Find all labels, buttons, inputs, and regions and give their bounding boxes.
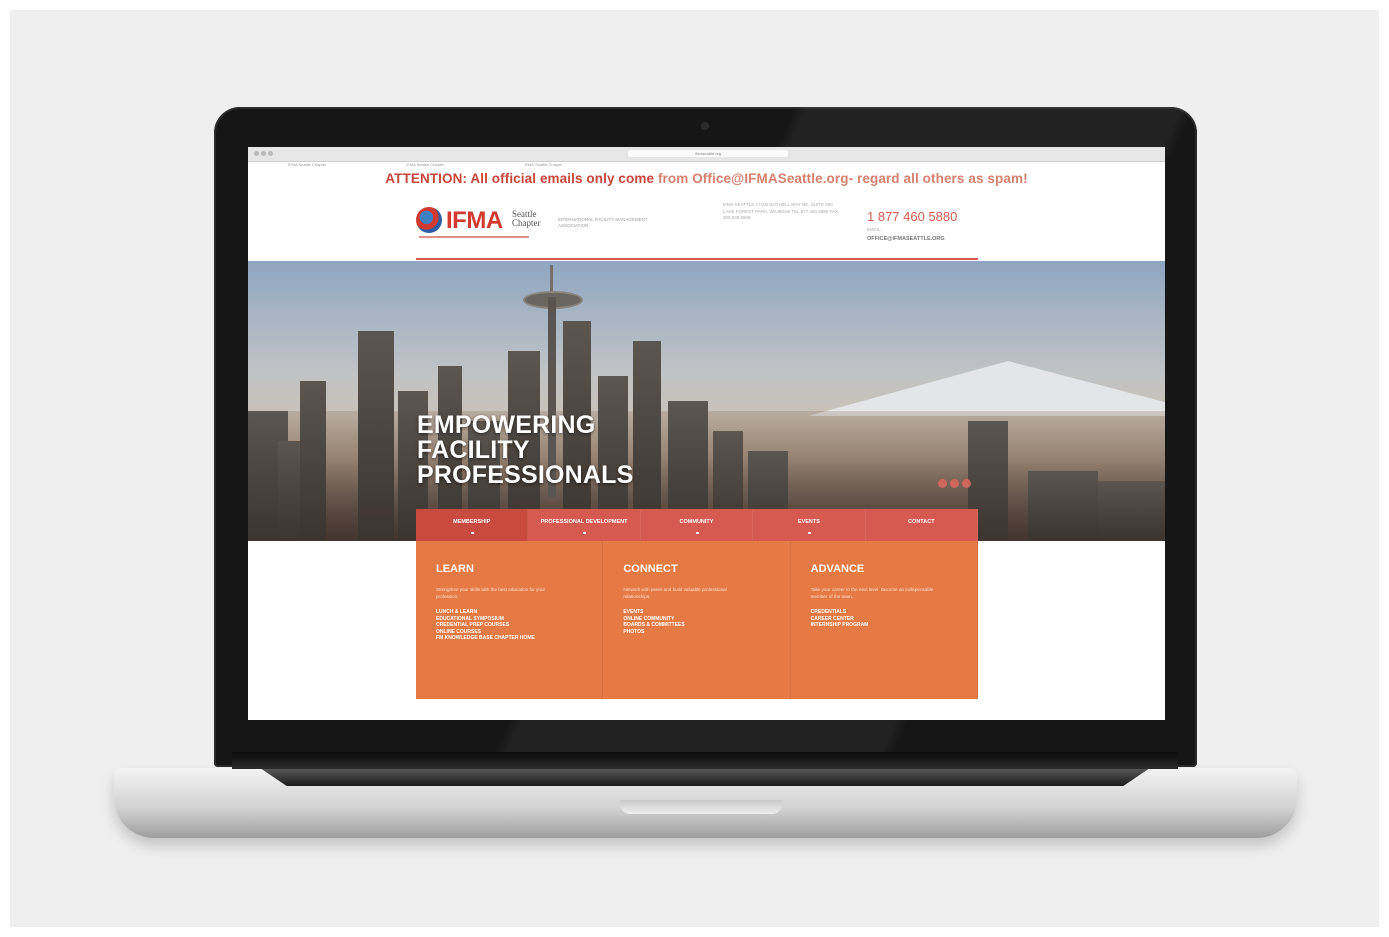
panel-link[interactable]: PHOTOS — [623, 629, 769, 636]
attention-banner: ATTENTION: All official emails only come… — [248, 171, 1165, 186]
laptop-keyboard-well — [260, 768, 1150, 786]
browser-tab[interactable]: IFMA Seattle Chapter — [525, 162, 563, 168]
logo-association: INTERNATIONAL FACILITY MANAGEMENT ASSOCI… — [558, 217, 648, 228]
attention-rest: from Office@IFMASeattle.org- regard all … — [657, 171, 1028, 186]
logo-underline — [419, 236, 529, 238]
phone-number[interactable]: 1 877 460 5880 — [867, 209, 957, 224]
chevron-down-icon — [583, 532, 587, 534]
nav-item-professional-development[interactable]: PROFESSIONAL DEVELOPMENT — [528, 509, 641, 541]
chevron-down-icon — [695, 532, 699, 534]
panel-description: Strengthen your skills with the best edu… — [436, 587, 546, 599]
close-window-icon[interactable] — [254, 151, 259, 156]
mountain-graphic — [808, 361, 1165, 416]
logo-chapter: Seattle Chapter — [512, 209, 541, 228]
camera-icon — [701, 122, 709, 130]
chevron-down-icon — [807, 532, 811, 534]
panel-title: CONNECT — [623, 563, 678, 575]
globe-icon — [416, 207, 442, 233]
url-bar[interactable]: ifmaseattle.org — [628, 150, 788, 157]
slider-dot[interactable] — [938, 479, 947, 488]
main-nav: MEMBERSHIP PROFESSIONAL DEVELOPMENT COMM… — [416, 509, 979, 541]
panel-title: ADVANCE — [810, 563, 865, 575]
laptop-notch — [620, 800, 782, 814]
panel-links: EVENTS ONLINE COMMUNITY BOARDS & COMMITT… — [623, 609, 769, 635]
feature-panels: LEARN Strengthen your skills with the be… — [416, 541, 978, 699]
minimize-window-icon[interactable] — [261, 151, 266, 156]
hero-headline: EMPOWERING FACILITY PROFESSIONALS — [417, 411, 634, 489]
panel-description: Take your career to the next level. Beco… — [810, 587, 934, 599]
laptop-hinge — [232, 752, 1178, 769]
panel-advance: ADVANCE Take your career to the next lev… — [791, 541, 978, 699]
nav-item-membership[interactable]: MEMBERSHIP — [416, 509, 529, 541]
header-divider — [416, 258, 978, 260]
browser-toolbar: ifmaseattle.org — [248, 147, 1165, 162]
panel-connect: CONNECT Network with peers and build val… — [603, 541, 791, 699]
slider-dots — [938, 479, 971, 488]
ifma-logo[interactable]: IFMA Seattle Chapter INTERNATIONAL FACIL… — [416, 205, 648, 245]
hero-banner: EMPOWERING FACILITY PROFESSIONALS — [248, 261, 1165, 541]
panel-description: Network with peers and build valuable pr… — [623, 587, 727, 599]
email-label: EMAIL: — [867, 227, 882, 232]
panel-link[interactable]: INTERNSHIP PROGRAM — [811, 622, 957, 629]
browser-tab[interactable]: IFMA Seattle Chapter — [288, 162, 326, 168]
maximize-window-icon[interactable] — [268, 151, 273, 156]
slider-dot[interactable] — [962, 479, 971, 488]
panel-title: LEARN — [436, 563, 474, 575]
laptop-screen: ifmaseattle.org IFMA Seattle Chapter IFM… — [248, 147, 1165, 720]
panel-learn: LEARN Strengthen your skills with the be… — [416, 541, 604, 699]
nav-item-events[interactable]: EVENTS — [753, 509, 866, 541]
attention-bold: ATTENTION: All official emails only come — [385, 171, 655, 186]
logo-word: IFMA — [446, 207, 503, 234]
email-link[interactable]: OFFICE@IFMASEATTLE.ORG — [867, 236, 945, 242]
panel-links: CREDENTIALS CAREER CENTER INTERNSHIP PRO… — [811, 609, 957, 629]
panel-link[interactable]: FM KNOWLEDGE BASE CHAPTER HOME — [436, 635, 582, 642]
nav-item-contact[interactable]: CONTACT — [866, 509, 979, 541]
slider-dot[interactable] — [950, 479, 959, 488]
nav-item-community[interactable]: COMMUNITY — [641, 509, 754, 541]
panel-links: LUNCH & LEARN EDUCATIONAL SYMPOSIUM CRED… — [436, 609, 582, 642]
browser-tabs: IFMA Seattle Chapter IFMA Seattle Chapte… — [288, 162, 1128, 168]
chevron-down-icon — [470, 532, 474, 534]
address-block: IFMA SEATTLE 17100 BOTHELL WAY NE, SUITE… — [723, 202, 838, 220]
browser-tab[interactable]: IFMA Seattle Chapter — [406, 162, 444, 168]
